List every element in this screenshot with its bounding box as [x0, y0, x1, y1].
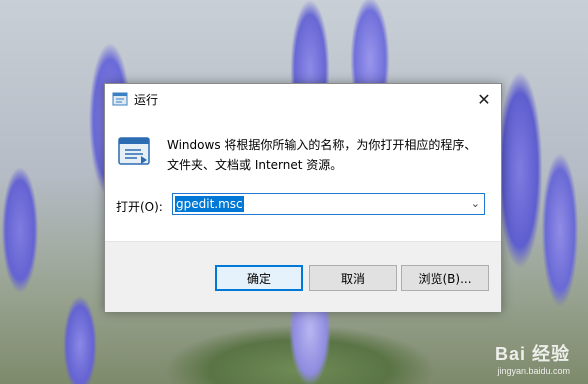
watermark-main: Bai 经验 — [494, 344, 570, 364]
dialog-body: Windows 将根据你所输入的名称，为你打开相应的程序、文件夹、文档或 Int… — [105, 114, 501, 241]
run-icon — [112, 92, 128, 106]
title-bar[interactable]: 运行 ✕ — [105, 84, 501, 114]
ok-button[interactable]: 确定 — [215, 265, 303, 291]
run-app-icon — [118, 137, 150, 165]
close-button[interactable]: ✕ — [467, 84, 501, 114]
watermark-sub: jingyan.baidu.com — [497, 366, 570, 376]
watermark: Bai 经验 jingyan.baidu.com — [495, 340, 570, 376]
run-input[interactable]: gpedit.msc ⌄ — [172, 193, 485, 215]
dialog-footer: 确定 取消 浏览(B)... — [105, 241, 501, 312]
dialog-title: 运行 — [134, 93, 159, 107]
chevron-down-icon[interactable]: ⌄ — [471, 197, 480, 210]
browse-button[interactable]: 浏览(B)... — [401, 265, 489, 291]
cancel-button[interactable]: 取消 — [309, 265, 397, 291]
close-icon: ✕ — [477, 89, 491, 109]
open-label: 打开(O): — [116, 200, 163, 214]
run-input-value[interactable]: gpedit.msc — [175, 196, 244, 212]
run-dialog: 运行 ✕ Windows 将根据你所输入的名称，为你打开相应的程序、文件夹、文档… — [104, 83, 502, 312]
dialog-description: Windows 将根据你所输入的名称，为你打开相应的程序、文件夹、文档或 Int… — [167, 138, 477, 172]
